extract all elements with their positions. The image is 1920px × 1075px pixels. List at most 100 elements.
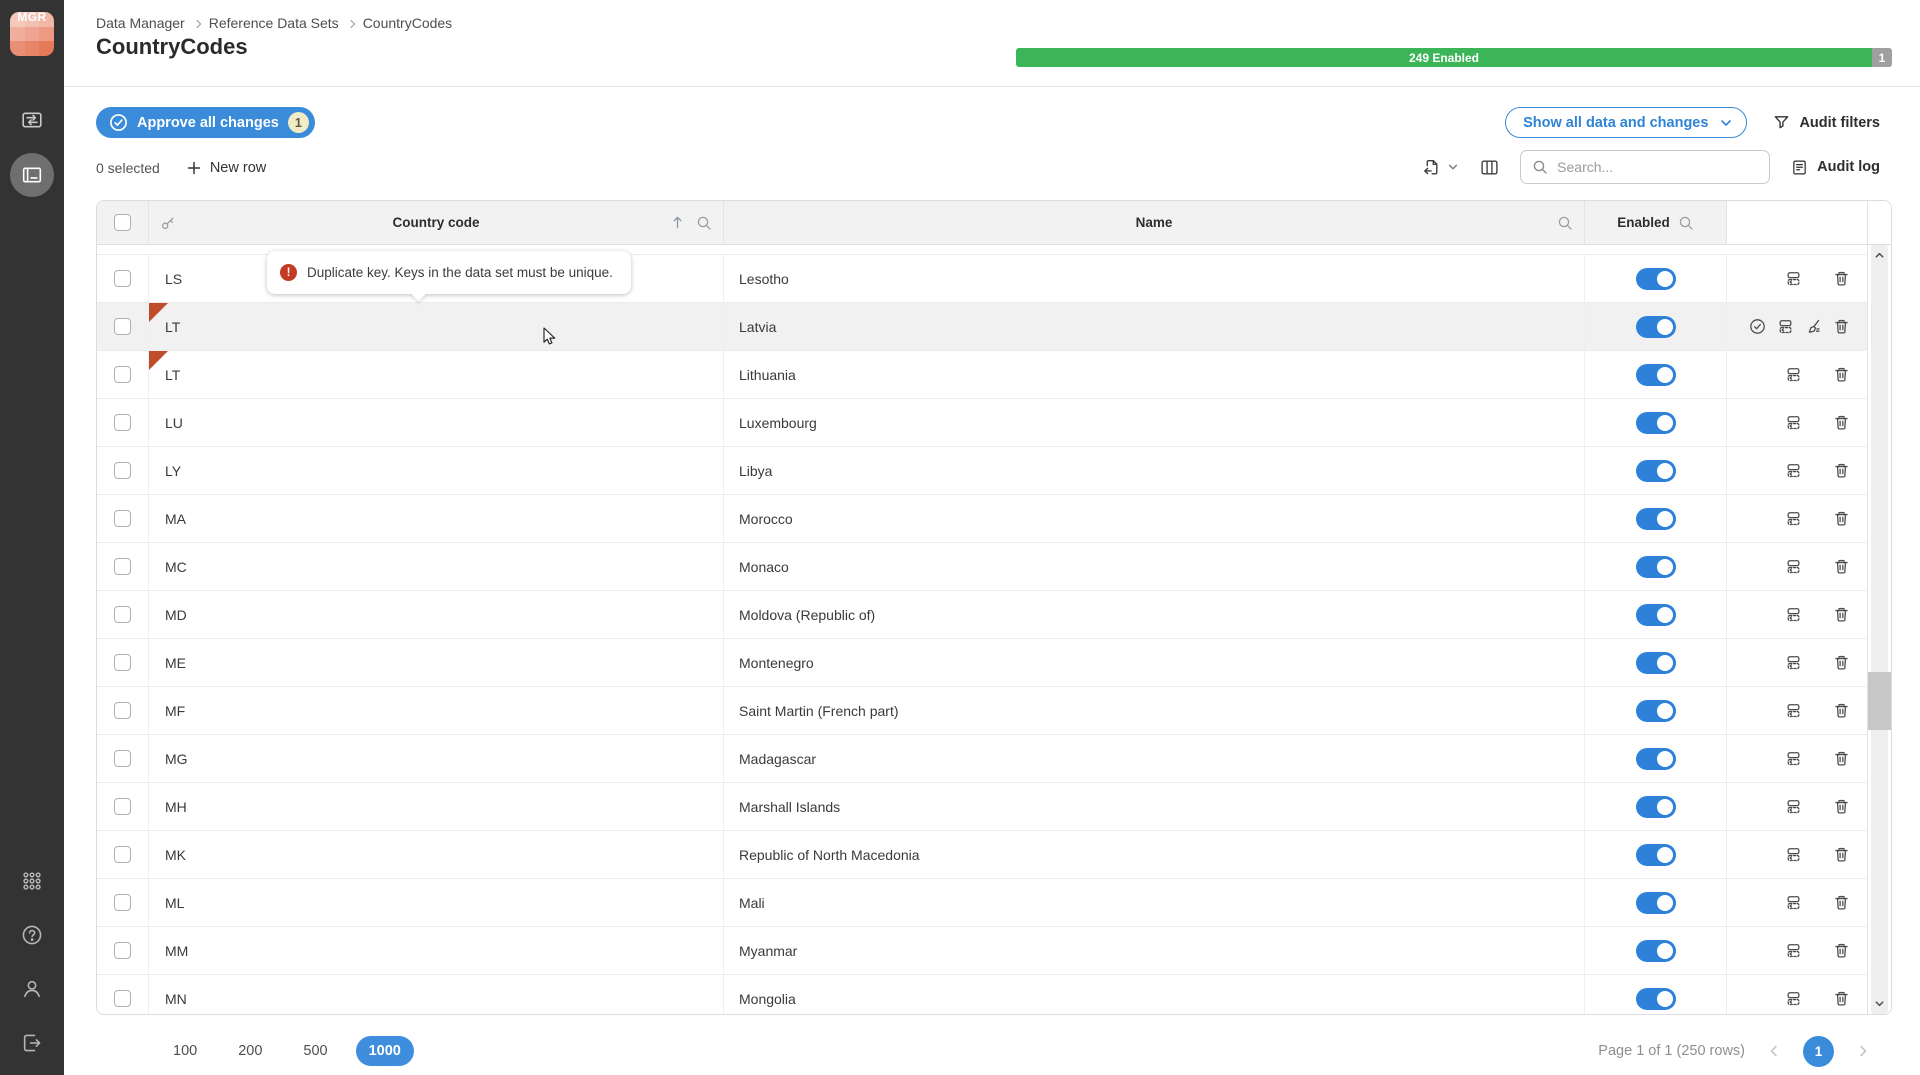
enabled-toggle[interactable] — [1636, 748, 1676, 770]
name-cell[interactable]: Lithuania — [724, 351, 1585, 398]
row-checkbox[interactable] — [114, 366, 131, 383]
app-logo[interactable]: MGR — [10, 12, 54, 56]
country-code-cell[interactable]: LT — [149, 351, 724, 398]
page-size-button[interactable]: 100 — [160, 1036, 210, 1066]
delete-row-button[interactable] — [1833, 990, 1850, 1007]
duplicate-row-button[interactable] — [1785, 798, 1802, 815]
enabled-toggle[interactable] — [1636, 700, 1676, 722]
breadcrumb-item[interactable]: Reference Data Sets — [209, 15, 354, 31]
row-checkbox[interactable] — [114, 270, 131, 287]
enabled-toggle[interactable] — [1636, 796, 1676, 818]
country-code-cell[interactable]: LT — [149, 303, 724, 350]
enabled-toggle[interactable] — [1636, 844, 1676, 866]
row-checkbox[interactable] — [114, 750, 131, 767]
delete-row-button[interactable] — [1833, 702, 1850, 719]
duplicate-row-button[interactable] — [1777, 318, 1794, 335]
delete-row-button[interactable] — [1833, 318, 1850, 335]
row-checkbox[interactable] — [114, 798, 131, 815]
table-row[interactable]: MG Madagascar — [97, 735, 1867, 783]
country-code-cell[interactable]: MH — [149, 783, 724, 830]
scrollbar-track[interactable] — [1871, 245, 1888, 1014]
name-cell[interactable]: Madagascar — [724, 735, 1585, 782]
name-cell[interactable]: Montenegro — [724, 639, 1585, 686]
name-cell[interactable]: Morocco — [724, 495, 1585, 542]
select-all-checkbox[interactable] — [114, 214, 131, 231]
vertical-scrollbar[interactable] — [1867, 245, 1891, 1014]
duplicate-row-button[interactable] — [1785, 414, 1802, 431]
row-checkbox[interactable] — [114, 654, 131, 671]
duplicate-row-button[interactable] — [1785, 846, 1802, 863]
duplicate-row-button[interactable] — [1785, 942, 1802, 959]
row-checkbox[interactable] — [114, 846, 131, 863]
country-code-cell[interactable]: ME — [149, 639, 724, 686]
column-search-icon[interactable] — [696, 215, 712, 231]
approve-row-button[interactable] — [1749, 318, 1766, 335]
next-page-button[interactable] — [1856, 1044, 1870, 1058]
country-code-cell[interactable]: MN — [149, 975, 724, 1014]
delete-row-button[interactable] — [1833, 654, 1850, 671]
table-row[interactable]: MC Monaco — [97, 543, 1867, 591]
row-checkbox[interactable] — [114, 990, 131, 1007]
logout-icon[interactable] — [21, 1032, 43, 1054]
new-row-button[interactable]: New row — [186, 160, 266, 176]
duplicate-row-button[interactable] — [1785, 654, 1802, 671]
breadcrumb-item[interactable]: CountryCodes — [363, 15, 453, 31]
name-cell[interactable]: Latvia — [724, 303, 1585, 350]
table-row[interactable]: MK Republic of North Macedonia — [97, 831, 1867, 879]
table-row[interactable]: MH Marshall Islands — [97, 783, 1867, 831]
clear-row-button[interactable] — [1805, 318, 1822, 335]
table-row[interactable]: LT Lithuania — [97, 351, 1867, 399]
duplicate-row-button[interactable] — [1785, 270, 1802, 287]
export-button[interactable] — [1422, 158, 1459, 177]
delete-row-button[interactable] — [1833, 414, 1850, 431]
name-cell[interactable]: Libya — [724, 447, 1585, 494]
delete-row-button[interactable] — [1833, 750, 1850, 767]
country-code-cell[interactable]: MD — [149, 591, 724, 638]
row-checkbox[interactable] — [114, 942, 131, 959]
search-input[interactable] — [1557, 159, 1758, 175]
sort-ascending-icon[interactable] — [670, 215, 685, 230]
page-size-button[interactable]: 200 — [225, 1036, 275, 1066]
row-checkbox[interactable] — [114, 702, 131, 719]
duplicate-row-button[interactable] — [1785, 702, 1802, 719]
previous-page-button[interactable] — [1767, 1044, 1781, 1058]
enabled-header-cell[interactable]: Enabled — [1585, 201, 1727, 244]
page-size-button[interactable]: 500 — [290, 1036, 340, 1066]
table-row[interactable]: ML Mali — [97, 879, 1867, 927]
name-cell[interactable]: Mali — [724, 879, 1585, 926]
enabled-toggle[interactable] — [1636, 604, 1676, 626]
name-cell[interactable]: Lesotho — [724, 255, 1585, 302]
duplicate-row-button[interactable] — [1785, 462, 1802, 479]
row-checkbox[interactable] — [114, 894, 131, 911]
country-code-cell[interactable]: MA — [149, 495, 724, 542]
view-mode-dropdown[interactable]: Show all data and changes — [1505, 107, 1747, 138]
table-row[interactable]: MA Morocco — [97, 495, 1867, 543]
table-row[interactable]: LT Latvia — [97, 303, 1867, 351]
country-code-cell[interactable]: MK — [149, 831, 724, 878]
enabled-toggle[interactable] — [1636, 268, 1676, 290]
enabled-toggle[interactable] — [1636, 412, 1676, 434]
name-cell[interactable]: Marshall Islands — [724, 783, 1585, 830]
column-search-icon[interactable] — [1557, 215, 1573, 231]
delete-row-button[interactable] — [1833, 510, 1850, 527]
delete-row-button[interactable] — [1833, 798, 1850, 815]
country-code-cell[interactable]: MC — [149, 543, 724, 590]
current-page-button[interactable]: 1 — [1803, 1036, 1834, 1067]
enabled-toggle[interactable] — [1636, 556, 1676, 578]
enabled-toggle[interactable] — [1636, 316, 1676, 338]
column-search-icon[interactable] — [1678, 215, 1694, 231]
audit-log-button[interactable]: Audit log — [1791, 159, 1880, 176]
country-code-header-cell[interactable]: Country code — [149, 201, 724, 244]
delete-row-button[interactable] — [1833, 270, 1850, 287]
row-checkbox[interactable] — [114, 606, 131, 623]
table-row[interactable]: LY Libya — [97, 447, 1867, 495]
enabled-toggle[interactable] — [1636, 460, 1676, 482]
name-cell[interactable]: Myanmar — [724, 927, 1585, 974]
approve-all-changes-button[interactable]: Approve all changes 1 — [96, 107, 315, 138]
delete-row-button[interactable] — [1833, 366, 1850, 383]
delete-row-button[interactable] — [1833, 462, 1850, 479]
name-cell[interactable]: Saint Martin (French part) — [724, 687, 1585, 734]
duplicate-row-button[interactable] — [1785, 750, 1802, 767]
row-checkbox[interactable] — [114, 510, 131, 527]
table-row[interactable]: MM Myanmar — [97, 927, 1867, 975]
